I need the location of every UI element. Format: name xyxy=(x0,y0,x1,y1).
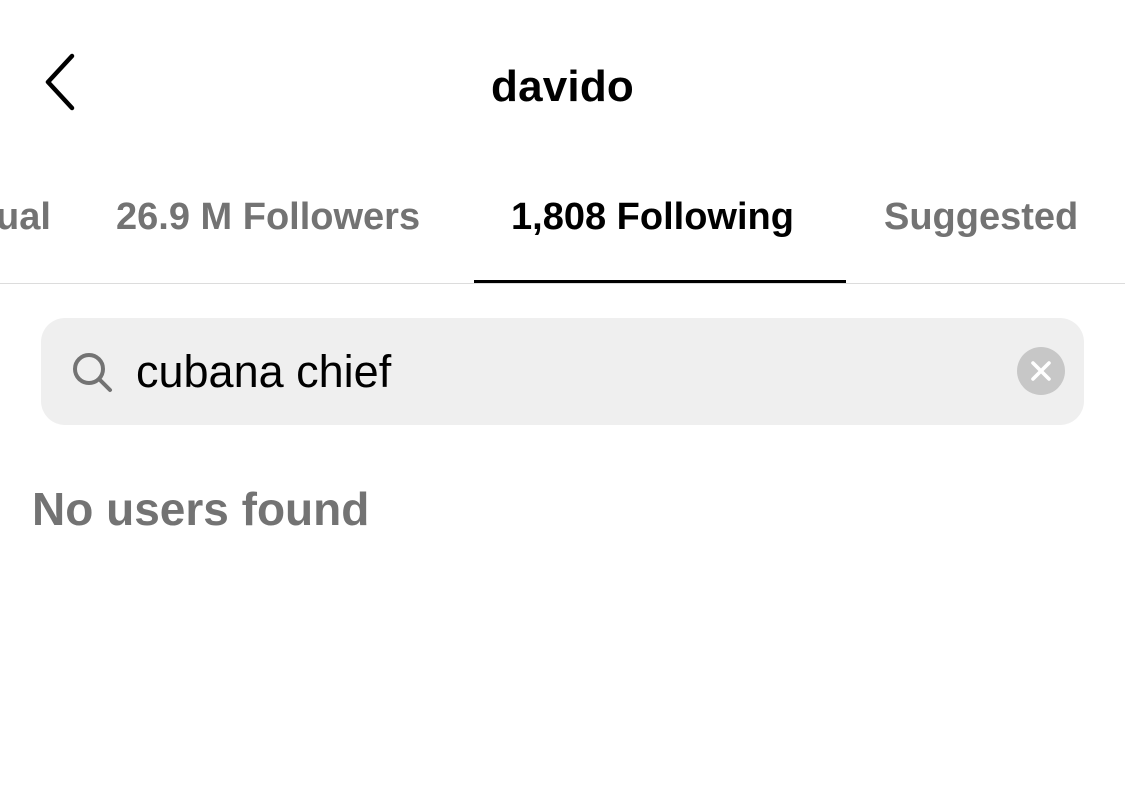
clear-search-button[interactable] xyxy=(1017,347,1065,395)
header: davido xyxy=(0,0,1125,170)
tab-bar: ual 26.9 M Followers 1,808 Following Sug… xyxy=(0,170,1125,284)
search-input[interactable] xyxy=(136,335,996,409)
page-title: davido xyxy=(491,62,634,111)
tab-mutual[interactable]: ual xyxy=(0,196,51,239)
search-icon xyxy=(73,353,112,392)
tab-followers[interactable]: 26.9 M Followers xyxy=(116,196,420,239)
tab-following[interactable]: 1,808 Following xyxy=(511,196,794,239)
empty-results-message: No users found xyxy=(32,483,370,535)
clear-icon xyxy=(1031,361,1051,381)
tab-suggested[interactable]: Suggested xyxy=(884,196,1078,239)
active-tab-indicator xyxy=(474,280,846,283)
